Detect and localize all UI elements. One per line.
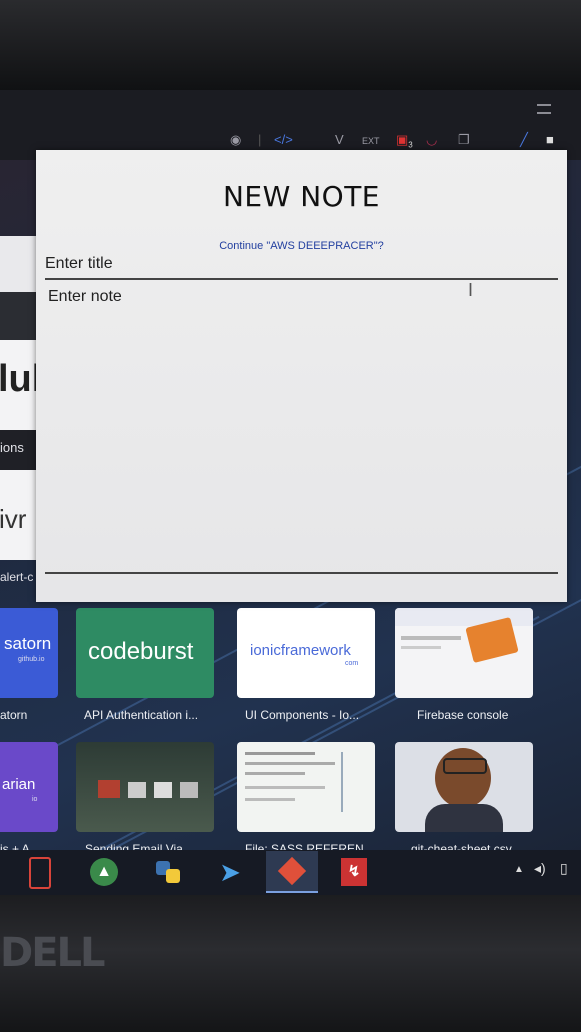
monitor-bezel-top (0, 0, 581, 90)
tile-ionic[interactable]: ionicframework com (237, 608, 375, 698)
ext-icon[interactable]: EXT (362, 136, 380, 146)
tile-thumb-text: ionicframework (250, 642, 351, 659)
left-card-caption: alert-c (0, 570, 34, 584)
mailbox-thumb (98, 780, 120, 798)
left-card-dark[interactable] (0, 292, 36, 340)
pdf-app-icon[interactable]: ↯ (338, 856, 370, 888)
android-studio-icon[interactable]: ▲ (88, 856, 120, 888)
tile-sass-reference[interactable] (237, 742, 375, 832)
tile-caption: API Authentication i... (84, 708, 199, 722)
tile-caption: atorn (0, 708, 28, 722)
python-icon[interactable] (152, 856, 184, 888)
doc-thumb-line (245, 752, 315, 755)
left-card-logo-2[interactable]: ivr (0, 470, 36, 560)
git-app-icon[interactable] (266, 851, 318, 893)
monitor-brand-logo: DELL (0, 930, 106, 976)
tile-sending-email[interactable] (76, 742, 214, 832)
copy-icon[interactable]: ❐ (458, 132, 470, 148)
tile-caption: UI Components - Io... (245, 708, 360, 722)
left-card-logo[interactable]: lul (0, 340, 36, 430)
pocket-icon[interactable]: ◡ (426, 132, 437, 148)
glasses-icon (443, 758, 487, 774)
dolphin-icon[interactable]: ➤ (214, 856, 246, 888)
left-card-label: ions (0, 440, 24, 455)
new-note-modal: NEW NOTE Continue "AWS DEEEPRACER"? I (36, 150, 567, 602)
doc-thumb-line (245, 798, 295, 801)
doc-thumb-line (245, 786, 325, 789)
tile-thumb-text: satorn (4, 634, 52, 653)
text-cursor-icon: I (468, 280, 474, 300)
tile-thumb-text: arian (2, 776, 36, 793)
menu-icon[interactable] (537, 104, 551, 114)
badge-icon[interactable]: ▣3 (396, 132, 413, 150)
tray-chevron-icon[interactable]: ▲ (514, 864, 524, 875)
tile-caption: Firebase console (417, 708, 509, 722)
tile-satorn[interactable]: satorn github.io (0, 608, 58, 698)
phone-app-icon[interactable] (24, 857, 56, 889)
code-icon[interactable]: </> (274, 132, 293, 147)
v-icon[interactable]: V (335, 132, 344, 147)
tile-thumb-sub: io (32, 796, 38, 803)
tile-codeburst[interactable]: codeburst (76, 608, 214, 698)
doc-thumb-line (245, 762, 335, 765)
note-title-input[interactable] (45, 250, 558, 280)
tile-firebase[interactable] (395, 608, 533, 698)
tile-thumb-sub: com (345, 660, 359, 667)
pen-icon[interactable]: ╱ (520, 132, 528, 148)
avatar (435, 748, 491, 808)
left-card-item[interactable]: ions (0, 430, 36, 470)
tile-thumb-sub: github.io (18, 656, 45, 663)
square-icon[interactable]: ■ (546, 132, 554, 147)
battery-icon[interactable]: ▯ (560, 860, 568, 877)
toolbar-divider: | (258, 132, 262, 147)
left-card-label: ivr (0, 504, 27, 534)
volume-icon[interactable]: ◂) (534, 860, 546, 877)
doc-thumb-sidebar (341, 752, 369, 812)
note-body-input[interactable] (45, 284, 558, 574)
camera-icon[interactable]: ◉ (230, 132, 241, 148)
tile-arian[interactable]: arian io (0, 742, 58, 832)
logo-fragment: lul (0, 358, 36, 400)
tile-git-cheat-sheet[interactable] (395, 742, 533, 832)
mailbox-thumb (154, 782, 172, 798)
tile-thumb-text: codeburst (88, 638, 194, 665)
left-card-blank[interactable] (0, 236, 36, 292)
avatar-body (425, 804, 503, 832)
modal-title: NEW NOTE (222, 180, 380, 213)
doc-thumb-line (245, 772, 305, 775)
firebase-thumb-line (401, 636, 461, 640)
mailbox-thumb (180, 782, 198, 798)
firebase-thumb-header (395, 608, 533, 626)
firebase-thumb-line (401, 646, 441, 649)
mailbox-thumb (128, 782, 146, 798)
